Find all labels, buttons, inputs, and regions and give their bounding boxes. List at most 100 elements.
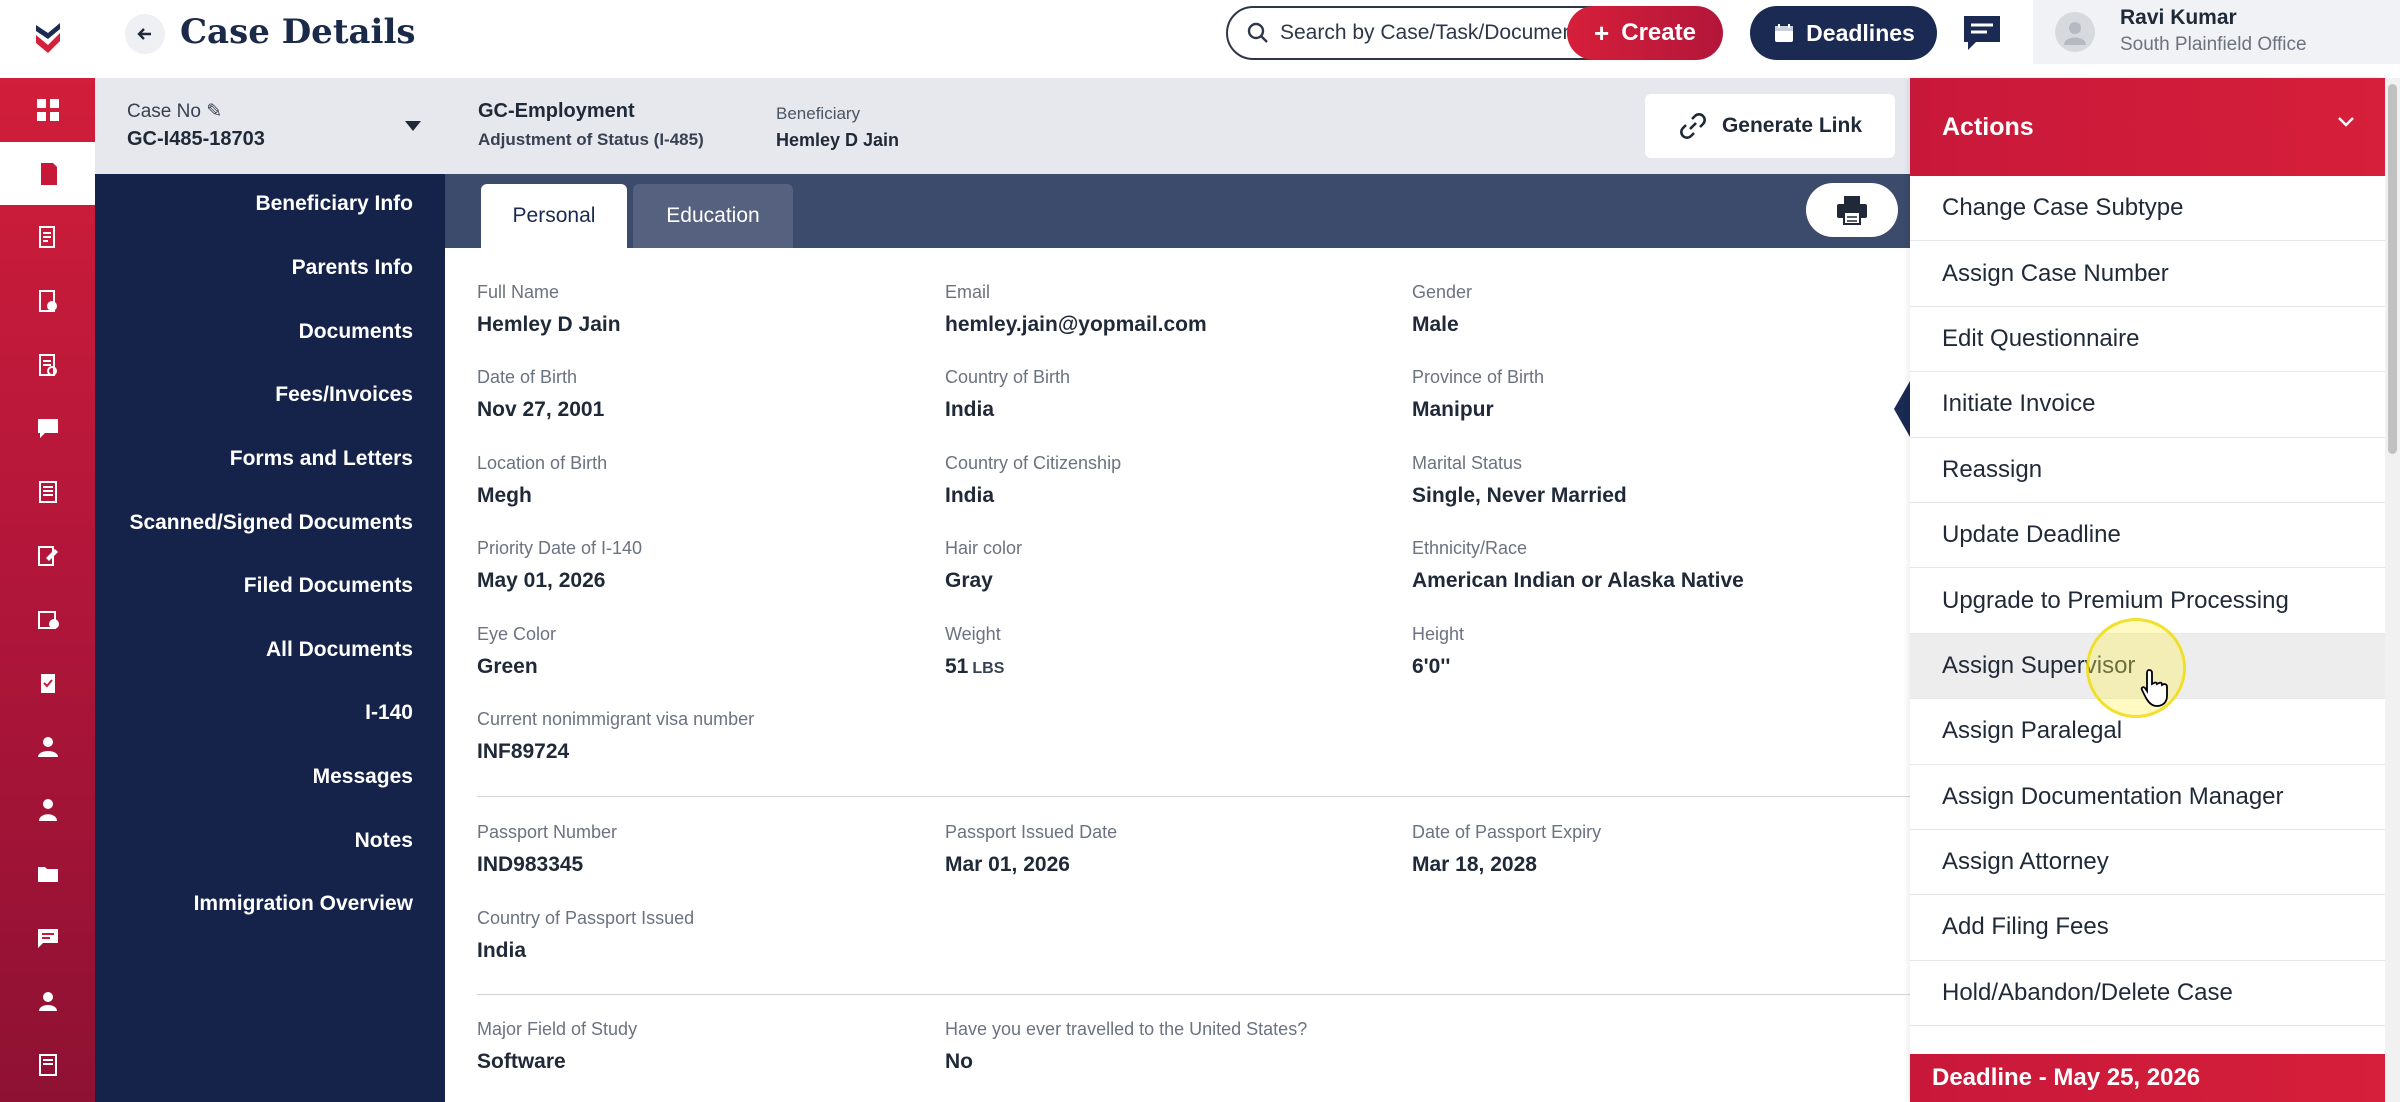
reports-icon[interactable] (0, 460, 95, 524)
field-gender: Gender Male (1412, 282, 1473, 336)
field-hair-color: Hair color Gray (945, 538, 1023, 592)
action-hold-abandon-delete[interactable]: Hold/Abandon/Delete Case (1910, 961, 2385, 1027)
field-passport-country: Country of Passport Issued India (477, 908, 695, 962)
deadline-banner[interactable]: Deadline - May 25, 2026 (1910, 1054, 2385, 1102)
create-label: Create (1621, 19, 1696, 46)
printer-icon (1837, 196, 1867, 225)
user-icon[interactable] (0, 715, 95, 779)
case-type: GC-Employment (478, 100, 635, 122)
field-visa-number: Current nonimmigrant visa number INF89724 (477, 709, 755, 763)
messages-button[interactable] (1957, 8, 2007, 58)
nav-all-documents[interactable]: All Documents (266, 638, 413, 662)
nav-notes[interactable]: Notes (355, 829, 413, 853)
nav-messages[interactable]: Messages (313, 765, 413, 789)
deadlines-label: Deadlines (1806, 19, 1915, 46)
avatar (2055, 12, 2095, 52)
action-assign-paralegal[interactable]: Assign Paralegal (1910, 699, 2385, 765)
tabs-bar: Personal Education (445, 174, 1910, 248)
create-button[interactable]: + Create (1567, 6, 1723, 60)
print-button[interactable] (1806, 183, 1898, 237)
field-country-birth: Country of Birth India (945, 367, 1071, 421)
user-name: Ravi Kumar (2120, 6, 2237, 29)
action-change-case-subtype[interactable]: Change Case Subtype (1910, 176, 2385, 242)
action-assign-attorney[interactable]: Assign Attorney (1910, 830, 2385, 896)
messages-icon[interactable] (0, 396, 95, 460)
case-subtype: Adjustment of Status (I-485) (478, 130, 704, 149)
forms-icon[interactable] (0, 269, 95, 333)
actions-panel: Actions Change Case Subtype Assign Case … (1910, 78, 2385, 1102)
field-marital-status: Marital Status Single, Never Married (1412, 453, 1627, 507)
clipboard-icon[interactable] (0, 651, 95, 715)
app-logo[interactable] (0, 0, 95, 78)
panel-collapse-handle[interactable] (1894, 381, 1910, 437)
team-icon[interactable] (0, 779, 95, 843)
back-button[interactable] (125, 14, 165, 54)
field-weight: Weight 51 LBS (945, 624, 1005, 678)
scrollbar-thumb[interactable] (2388, 84, 2397, 454)
folder-icon[interactable] (0, 842, 95, 906)
book-icon[interactable] (0, 1033, 95, 1097)
beneficiary-label: Beneficiary (776, 104, 861, 123)
action-upgrade-premium[interactable]: Upgrade to Premium Processing (1910, 568, 2385, 634)
nav-fees-invoices[interactable]: Fees/Invoices (275, 383, 413, 407)
case-no-value: GC-I485-18703 (127, 128, 265, 150)
action-initiate-invoice[interactable]: Initiate Invoice (1910, 372, 2385, 438)
nav-immigration-overview[interactable]: Immigration Overview (194, 892, 413, 916)
field-full-name: Full Name Hemley D Jain (477, 282, 621, 336)
notes-icon[interactable] (0, 524, 95, 588)
field-dob: Date of Birth Nov 27, 2001 (477, 367, 605, 421)
link-icon (1680, 113, 1706, 139)
action-reassign[interactable]: Reassign (1910, 438, 2385, 503)
nav-scanned-signed[interactable]: Scanned/Signed Documents (129, 511, 413, 535)
tasks-icon[interactable] (0, 205, 95, 269)
nav-beneficiary-info[interactable]: Beneficiary Info (255, 192, 413, 216)
deadlines-button[interactable]: Deadlines (1750, 6, 1937, 60)
action-assign-supervisor[interactable]: Assign Supervisor (1910, 633, 2385, 700)
user-menu[interactable]: Ravi Kumar South Plainfield Office (2033, 0, 2400, 64)
generate-link-label: Generate Link (1721, 114, 1863, 137)
arrow-left-icon (137, 28, 151, 40)
scrollbar[interactable] (2385, 78, 2400, 1102)
calendar-icon (1775, 24, 1794, 42)
billing-icon[interactable] (0, 588, 95, 652)
nav-documents[interactable]: Documents (299, 320, 413, 344)
section-nav: Beneficiary Info Parents Info Documents … (95, 174, 445, 1102)
field-height: Height 6'0'' (1412, 624, 1465, 678)
nav-parents-info[interactable]: Parents Info (292, 256, 413, 280)
chat-icon[interactable] (0, 906, 95, 970)
nav-filed-documents[interactable]: Filed Documents (244, 574, 413, 598)
divider (477, 796, 1910, 797)
page-title: Case Details (180, 12, 416, 52)
nav-i140[interactable]: I-140 (365, 701, 413, 725)
tab-personal[interactable]: Personal (481, 184, 627, 248)
field-location-birth: Location of Birth Megh (477, 453, 608, 507)
divider (477, 994, 1910, 995)
field-travelled-us: Have you ever travelled to the United St… (945, 1019, 1308, 1073)
case-dropdown-icon[interactable] (405, 118, 421, 136)
edit-icon[interactable]: ✎ (206, 101, 222, 122)
field-eye-color: Eye Color Green (477, 624, 557, 678)
action-assign-case-number[interactable]: Assign Case Number (1910, 241, 2385, 307)
user-office: South Plainfield Office (2120, 34, 2307, 55)
field-province-birth: Province of Birth Manipur (1412, 367, 1545, 421)
top-header: Case Details + Create Deadlines Ravi Kum… (95, 0, 2400, 78)
action-add-filing-fees[interactable]: Add Filing Fees (1910, 895, 2385, 961)
actions-header[interactable]: Actions (1910, 78, 2385, 176)
dashboard-icon[interactable] (0, 78, 95, 142)
documents-icon[interactable] (0, 333, 95, 397)
nav-forms-letters[interactable]: Forms and Letters (230, 447, 413, 471)
beneficiary-name: Hemley D Jain (776, 130, 900, 150)
tab-education[interactable]: Education (633, 184, 793, 248)
generate-link-button[interactable]: Generate Link (1645, 94, 1895, 158)
profile-icon[interactable] (0, 970, 95, 1034)
action-assign-documentation-manager[interactable]: Assign Documentation Manager (1910, 765, 2385, 830)
field-passport-number: Passport Number IND983345 (477, 822, 618, 876)
action-edit-questionnaire[interactable]: Edit Questionnaire (1910, 307, 2385, 373)
field-email: Email hemley.jain@yopmail.com (945, 282, 1207, 336)
chat-bubble-icon (1964, 16, 2000, 50)
field-priority-date: Priority Date of I-140 May 01, 2026 (477, 538, 643, 592)
search-input[interactable] (1280, 21, 1600, 45)
personal-details: Full Name Hemley D Jain Email hemley.jain@… (445, 248, 1910, 1102)
cases-icon[interactable] (0, 141, 95, 206)
action-update-deadline[interactable]: Update Deadline (1910, 503, 2385, 569)
